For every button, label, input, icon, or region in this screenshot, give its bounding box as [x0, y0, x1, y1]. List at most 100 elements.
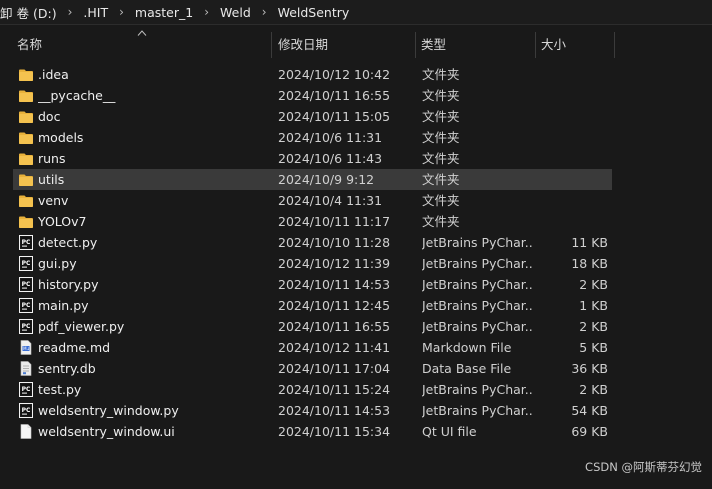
file-row[interactable]: .idea 2024/10/12 10:42 文件夹	[13, 64, 612, 85]
file-size	[533, 169, 608, 190]
file-size	[533, 190, 608, 211]
file-modified-date: 2024/10/11 14:53	[278, 403, 391, 418]
file-row[interactable]: weldsentry_window.ui 2024/10/11 15:34 Qt U…	[13, 421, 612, 442]
watermark: CSDN @阿斯蒂芬幻觉	[585, 460, 702, 474]
pycharm-file-icon: PC	[18, 298, 34, 313]
column-type[interactable]: 类型	[421, 32, 446, 58]
file-modified-date: 2024/10/11 15:34	[278, 424, 391, 439]
chevron-right-icon[interactable]: ›	[110, 5, 133, 19]
file-type: 文件夹	[422, 193, 460, 208]
file-name: utils	[38, 172, 65, 187]
file-modified-date: 2024/10/11 16:55	[278, 319, 391, 334]
file-type: JetBrains PyChar...	[422, 382, 534, 397]
file-row[interactable]: sentry.db 2024/10/11 17:04 Data Base File 3…	[13, 358, 612, 379]
file-size	[533, 64, 608, 85]
file-name: .idea	[38, 67, 69, 82]
column-name[interactable]: 名称	[17, 32, 42, 58]
file-type: Qt UI file	[422, 424, 477, 439]
file-name: gui.py	[38, 256, 77, 271]
column-divider[interactable]	[415, 32, 416, 58]
file-row[interactable]: __pycache__ 2024/10/11 16:55 文件夹	[13, 85, 612, 106]
column-divider[interactable]	[614, 32, 615, 58]
file-modified-date: 2024/10/11 11:17	[278, 214, 391, 229]
file-row[interactable]: M↓ readme.md 2024/10/12 11:41 Markdown File…	[13, 337, 612, 358]
pycharm-file-icon: PC	[18, 256, 34, 271]
file-type: 文件夹	[422, 130, 460, 145]
file-row[interactable]: utils 2024/10/9 9:12 文件夹	[13, 169, 612, 190]
folder-icon	[18, 130, 34, 145]
pycharm-file-icon: PC	[18, 235, 34, 250]
file-size	[533, 106, 608, 127]
file-name: __pycache__	[38, 88, 116, 103]
pycharm-file-icon: PC	[18, 403, 34, 418]
file-type: JetBrains PyChar...	[422, 277, 534, 292]
file-name: runs	[38, 151, 66, 166]
file-size: 11 KB	[571, 235, 608, 250]
svg-text:PC: PC	[22, 323, 31, 330]
breadcrumb-item[interactable]: WeldSentry	[276, 5, 352, 20]
file-size: 69 KB	[571, 424, 608, 439]
file-type: 文件夹	[422, 172, 460, 187]
chevron-right-icon[interactable]: ›	[195, 5, 218, 19]
file-name: readme.md	[38, 340, 111, 355]
file-modified-date: 2024/10/9 9:12	[278, 172, 375, 187]
file-row[interactable]: YOLOv7 2024/10/11 11:17 文件夹	[13, 211, 612, 232]
folder-icon	[18, 109, 34, 124]
breadcrumb-item[interactable]: 卷 (D:)	[15, 3, 59, 22]
column-size[interactable]: 大小	[541, 32, 566, 58]
file-row[interactable]: runs 2024/10/6 11:43 文件夹	[13, 148, 612, 169]
column-divider[interactable]	[535, 32, 536, 58]
svg-text:PC: PC	[22, 281, 31, 288]
file-name: detect.py	[38, 235, 98, 250]
file-name: pdf_viewer.py	[38, 319, 125, 334]
file-row[interactable]: venv 2024/10/4 11:31 文件夹	[13, 190, 612, 211]
file-type: 文件夹	[422, 214, 460, 229]
file-size	[533, 211, 608, 232]
folder-icon	[18, 88, 34, 103]
file-row[interactable]: doc 2024/10/11 15:05 文件夹	[13, 106, 612, 127]
chevron-right-icon[interactable]: ›	[59, 5, 82, 19]
breadcrumb-item[interactable]: .HIT	[81, 5, 110, 20]
folder-icon	[18, 214, 34, 229]
file-row[interactable]: PC pdf_viewer.py 2024/10/11 16:55 JetBrains…	[13, 316, 612, 337]
file-row[interactable]: PC test.py 2024/10/11 15:24 JetBrains PyCha…	[13, 379, 612, 400]
pycharm-file-icon: PC	[18, 277, 34, 292]
folder-icon	[18, 193, 34, 208]
file-modified-date: 2024/10/11 15:24	[278, 382, 391, 397]
file-row[interactable]: PC weldsentry_window.py 2024/10/11 14:53 Je…	[13, 400, 612, 421]
file-row[interactable]: PC main.py 2024/10/11 12:45 JetBrains PyCha…	[13, 295, 612, 316]
svg-text:PC: PC	[22, 260, 31, 267]
file-type: JetBrains PyChar...	[422, 319, 534, 334]
pycharm-file-icon: PC	[18, 382, 34, 397]
file-row[interactable]: PC history.py 2024/10/11 14:53 JetBrains Py…	[13, 274, 612, 295]
file-row[interactable]: PC detect.py 2024/10/10 11:28 JetBrains PyC…	[13, 232, 612, 253]
file-modified-date: 2024/10/4 11:31	[278, 193, 383, 208]
file-modified-date: 2024/10/12 10:42	[278, 67, 391, 82]
file-type: 文件夹	[422, 88, 460, 103]
folder-icon	[18, 151, 34, 166]
file-modified-date: 2024/10/12 11:39	[278, 256, 391, 271]
file-size	[533, 127, 608, 148]
breadcrumb-item[interactable]: master_1	[133, 5, 195, 20]
file-row[interactable]: models 2024/10/6 11:31 文件夹	[13, 127, 612, 148]
file-modified-date: 2024/10/12 11:41	[278, 340, 391, 355]
file-modified-date: 2024/10/11 16:55	[278, 88, 391, 103]
blank-file-icon	[18, 424, 34, 439]
file-modified-date: 2024/10/11 12:45	[278, 298, 391, 313]
file-type: Markdown File	[422, 340, 512, 355]
folder-icon	[18, 67, 34, 82]
chevron-right-icon[interactable]: ›	[253, 5, 276, 19]
breadcrumb-item[interactable]: Weld	[218, 5, 253, 20]
file-type: 文件夹	[422, 151, 460, 166]
column-divider[interactable]	[271, 32, 272, 58]
column-date[interactable]: 修改日期	[278, 32, 328, 58]
breadcrumb-prefix: 卸	[0, 5, 13, 21]
file-modified-date: 2024/10/11 14:53	[278, 277, 391, 292]
file-type: JetBrains PyChar...	[422, 256, 534, 271]
svg-text:PC: PC	[22, 239, 31, 246]
file-row[interactable]: PC gui.py 2024/10/12 11:39 JetBrains PyChar…	[13, 253, 612, 274]
file-size: 2 KB	[579, 277, 608, 292]
database-file-icon	[18, 361, 34, 376]
file-size: 36 KB	[571, 361, 608, 376]
file-name: test.py	[38, 382, 82, 397]
